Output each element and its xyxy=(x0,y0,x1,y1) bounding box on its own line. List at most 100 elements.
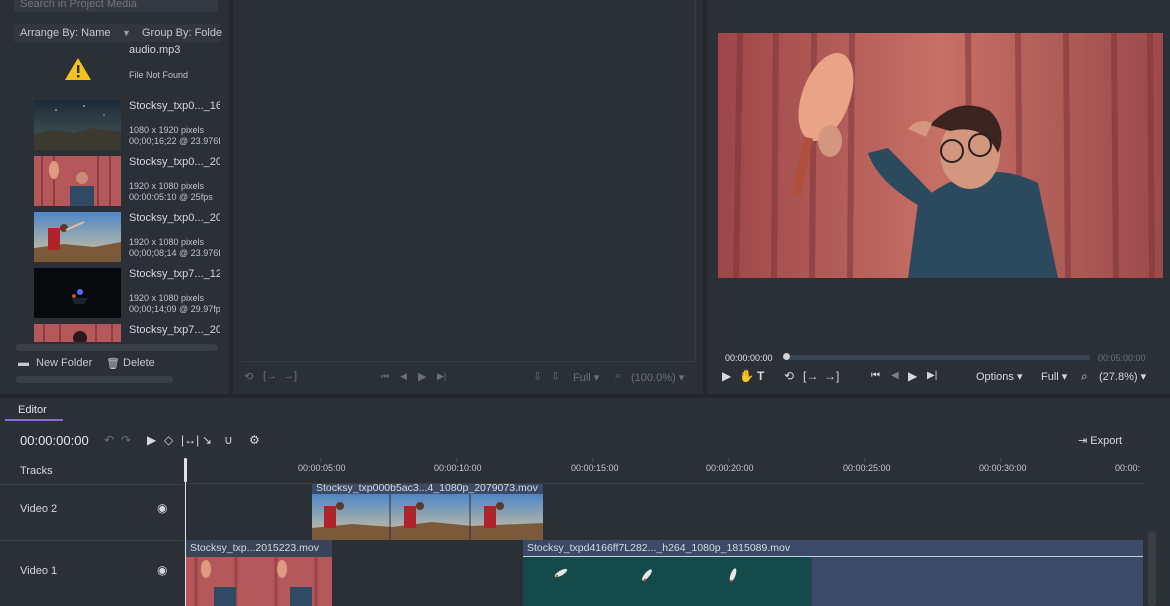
export-label: Export xyxy=(1090,435,1123,447)
timeline-vertical-scrollbar[interactable] xyxy=(1148,532,1156,606)
clip-title: Stocksy_txpd4166ff7L282..._h264_1080p_18… xyxy=(523,540,1143,557)
slip-tool-icon[interactable]: |↔| xyxy=(181,433,199,447)
loop-icon[interactable]: ⟲ xyxy=(784,369,794,383)
media-item-name: Stocksy_txp0..._207 xyxy=(129,212,220,224)
media-item-status: File Not Found xyxy=(129,70,189,80)
step-forward-icon[interactable]: ▶| xyxy=(437,371,446,382)
play-icon[interactable]: ▶ xyxy=(908,369,917,383)
program-zoom-label: Full xyxy=(1041,371,1059,383)
mark-in-icon[interactable]: [→ xyxy=(803,369,818,383)
program-scrubber-handle[interactable] xyxy=(783,353,790,360)
program-current-time: 00:00:00:00 xyxy=(725,353,773,363)
program-zoom-dropdown[interactable]: Full ▾ xyxy=(1041,370,1067,383)
media-item-name: Stocksy_txp7..._201 xyxy=(129,324,220,336)
group-by-dropdown[interactable]: Group By: Folde xyxy=(142,27,222,39)
track-name: Video 1 xyxy=(20,565,58,577)
eye-icon[interactable]: ◉ xyxy=(157,501,167,515)
program-scrubber[interactable] xyxy=(785,355,1090,360)
media-item[interactable]: Stocksy_txp0..._207 1920 x 1080 pixels 0… xyxy=(34,212,220,264)
media-item-name: Stocksy_txp7..._124 xyxy=(129,268,220,280)
source-zoom-percent[interactable]: (100.0%) ▾ xyxy=(631,371,684,384)
media-item-resolution: 1080 x 1920 pixels xyxy=(129,125,205,135)
overwrite-icon[interactable]: ⇩ xyxy=(551,370,560,383)
clip-title: Stocksy_txp...2015223.mov xyxy=(186,540,332,557)
play-icon[interactable]: ▶ xyxy=(418,370,426,383)
timeline-clip[interactable]: Stocksy_txp...2015223.mov xyxy=(186,540,332,606)
media-item[interactable]: Stocksy_txp7..._201 xyxy=(34,324,220,342)
media-item-duration: 00;00;14;09 @ 29.97fp xyxy=(129,304,220,314)
media-thumbnail xyxy=(34,156,121,206)
options-label: Options xyxy=(976,371,1014,383)
program-video-frame[interactable] xyxy=(718,33,1163,278)
options-dropdown[interactable]: Options ▾ xyxy=(976,370,1023,383)
media-horizontal-scrollbar-2[interactable] xyxy=(16,376,173,383)
arrange-by-dropdown[interactable]: Arrange By: Name xyxy=(20,27,110,39)
media-item-resolution: 1920 x 1080 pixels xyxy=(129,293,205,303)
tracks-header: Tracks xyxy=(20,465,53,477)
media-item[interactable]: Stocksy_txp0..._201 1920 x 1080 pixels 0… xyxy=(34,156,220,208)
arrange-group-bar: Arrange By: Name ▼ Group By: Folde xyxy=(14,24,222,42)
source-viewer-panel: ⟲ [→ →] ⏮ ◀ ▶ ▶| ⇩ ⇩ Full ▾ ⌕ (100.0%) ▾ xyxy=(233,0,703,394)
media-item-resolution: 1920 x 1080 pixels xyxy=(129,237,205,247)
export-button[interactable]: ⇥ Export xyxy=(1078,434,1122,447)
program-zoom-percent[interactable]: (27.8%) ▾ xyxy=(1099,370,1146,383)
selection-tool-icon[interactable]: ▶ xyxy=(722,369,731,383)
redo-icon[interactable]: ↷ xyxy=(121,433,131,447)
playhead-handle[interactable] xyxy=(184,458,187,482)
timeline-clip[interactable]: Stocksy_txp000b5ac3...4_1080p_2079073.mo… xyxy=(312,484,543,540)
magnifier-icon[interactable]: ⌕ xyxy=(615,370,621,383)
magnet-icon[interactable]: ∪ xyxy=(224,433,233,447)
ripple-tool-icon[interactable]: ↘ xyxy=(202,433,212,447)
chevron-down-icon[interactable]: ▼ xyxy=(122,28,131,38)
insert-icon[interactable]: ⇩ xyxy=(533,370,542,383)
text-tool-icon[interactable]: T xyxy=(757,369,764,383)
timeline-clip[interactable]: Stocksy_txpd4166ff7L282..._h264_1080p_18… xyxy=(523,540,1143,606)
mark-in-icon[interactable]: [→ xyxy=(263,370,277,382)
timeline-ruler[interactable]: 00:00:05:00 00:00:10:00 00:00:15:00 00:0… xyxy=(185,458,1144,484)
media-item-name: audio.mp3 xyxy=(129,44,181,56)
new-folder-button[interactable]: New Folder xyxy=(36,357,92,369)
timeline-timecode[interactable]: 00:00:00:00 xyxy=(20,433,89,448)
tab-editor[interactable]: Editor xyxy=(5,404,63,421)
step-back-icon[interactable]: ◀ xyxy=(891,370,899,381)
track-name: Video 2 xyxy=(20,503,58,515)
source-zoom-dropdown[interactable]: Full ▾ xyxy=(573,371,599,384)
loop-icon[interactable]: ⟲ xyxy=(244,370,253,383)
folder-icon: ▬ xyxy=(18,357,29,369)
track-header-video-1[interactable]: Video 1 ◉ xyxy=(0,540,183,606)
mark-out-icon[interactable]: →] xyxy=(283,370,297,382)
step-back-icon[interactable]: ◀ xyxy=(400,371,407,382)
trash-icon: 🗑 xyxy=(106,358,120,370)
skip-back-icon[interactable]: ⏮ xyxy=(871,370,880,381)
program-end-time: 00:05:00:00 xyxy=(1098,353,1146,363)
media-list: audio.mp3 File Not Found Stocksy_txp0...… xyxy=(14,44,220,342)
step-forward-icon[interactable]: ▶| xyxy=(927,370,937,381)
search-project-media-input[interactable] xyxy=(14,0,218,12)
razor-tool-icon[interactable]: ◇ xyxy=(164,433,173,447)
media-item[interactable]: Stocksy_txp7..._124 1920 x 1080 pixels 0… xyxy=(34,268,220,320)
project-media-panel: Arrange By: Name ▼ Group By: Folde audio… xyxy=(0,0,229,394)
gear-icon[interactable]: ⚙ xyxy=(249,433,260,447)
track-header-video-2[interactable]: Video 2 ◉ xyxy=(0,484,183,540)
media-item[interactable]: Stocksy_txp0..._166 1080 x 1920 pixels 0… xyxy=(34,100,220,152)
hand-tool-icon[interactable]: ✋ xyxy=(739,369,754,383)
media-horizontal-scrollbar[interactable] xyxy=(16,344,218,351)
warning-icon xyxy=(34,44,121,94)
media-item-duration: 00;00;16;22 @ 23.976f xyxy=(129,136,220,146)
media-item-name: Stocksy_txp0..._166 xyxy=(129,100,220,112)
media-thumbnail xyxy=(34,100,121,150)
undo-icon[interactable]: ↶ xyxy=(104,433,114,447)
magnifier-icon[interactable]: ⌕ xyxy=(1081,369,1088,384)
track-headers: Tracks Video 2 ◉ Video 1 ◉ xyxy=(0,458,183,606)
eye-icon[interactable]: ◉ xyxy=(157,563,167,577)
selection-tool-icon[interactable]: ▶ xyxy=(147,433,156,447)
source-zoom-percent-label: (100.0%) xyxy=(631,372,676,384)
mark-out-icon[interactable]: →] xyxy=(824,369,839,383)
media-thumbnail xyxy=(34,212,121,262)
media-item-duration: 00:00:05:10 @ 25fps xyxy=(129,192,213,202)
media-item-audio[interactable]: audio.mp3 File Not Found xyxy=(34,44,220,96)
delete-button[interactable]: Delete xyxy=(123,357,155,369)
media-item-name: Stocksy_txp0..._201 xyxy=(129,156,220,168)
media-thumbnail xyxy=(34,268,121,318)
skip-back-icon[interactable]: ⏮ xyxy=(381,371,389,382)
